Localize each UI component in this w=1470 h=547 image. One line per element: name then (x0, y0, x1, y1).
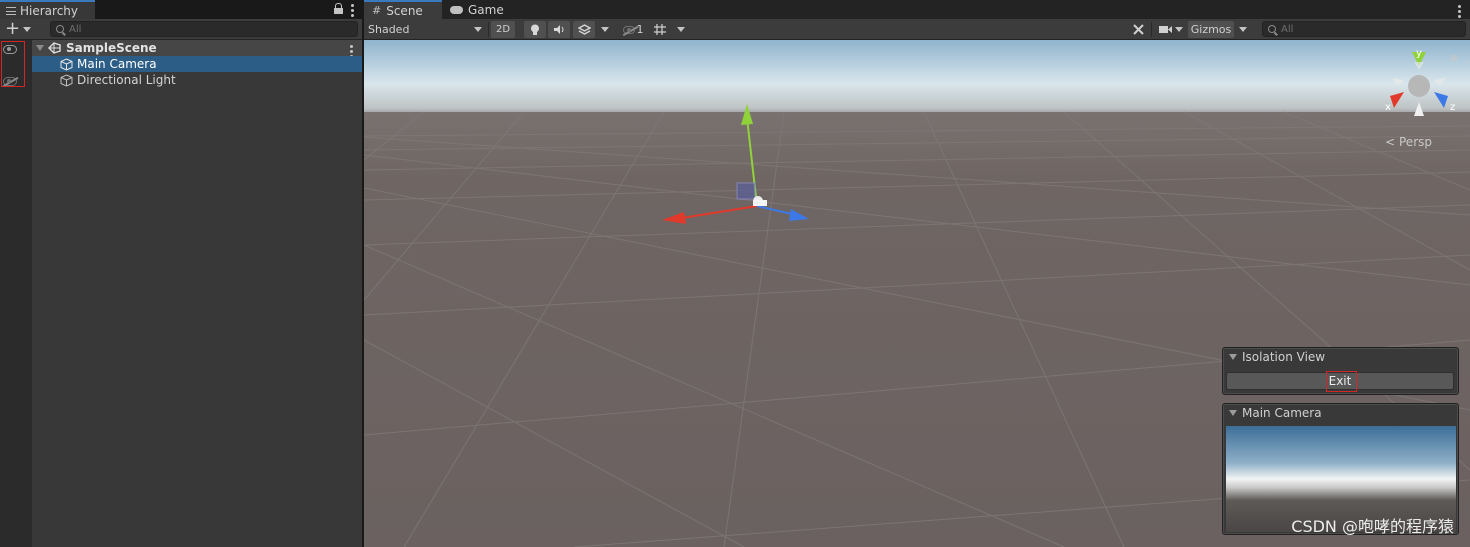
gizmos-label: Gizmos (1190, 23, 1232, 36)
scene-panel: # Scene Game Shaded 2D 1 Gizmos All x y … (364, 0, 1470, 547)
lighting-toggle-button[interactable] (524, 21, 546, 38)
hierarchy-item-label: Directional Light (77, 73, 176, 87)
visibility-highlight-box (1, 41, 25, 87)
grid-snap-icon (654, 24, 666, 35)
grid-icon: # (372, 4, 382, 17)
toggle-2d-button[interactable]: 2D (491, 21, 515, 38)
gizmo-x-label: x (1385, 102, 1391, 113)
hidden-objects-toggle[interactable]: 1 (618, 21, 648, 38)
scene-search-input[interactable]: All (1262, 21, 1466, 37)
unity-scene-icon (48, 42, 61, 54)
add-object-button[interactable]: + (5, 18, 33, 39)
camera-preview-header[interactable]: Main Camera (1223, 404, 1458, 422)
tools-icon (1132, 24, 1144, 35)
isolation-view-overlay: Isolation View Exit (1222, 347, 1459, 395)
chevron-down-icon (474, 27, 482, 32)
lightbulb-icon (531, 24, 539, 35)
more-options-icon[interactable] (351, 2, 354, 17)
effects-toggle-button[interactable] (573, 21, 595, 38)
gizmo-z-label: z (1450, 102, 1455, 113)
hierarchy-search-placeholder: All (69, 23, 82, 35)
search-icon (1268, 25, 1276, 33)
hierarchy-item-label: Main Camera (77, 57, 157, 71)
scene-viewport[interactable]: x y z < Persp Isolation View Exit Main C… (364, 40, 1470, 547)
tab-scene-label: Scene (386, 3, 423, 18)
video-camera-icon (1159, 26, 1172, 33)
gizmos-toggle-button[interactable]: Gizmos (1188, 21, 1234, 38)
tab-game[interactable]: Game (442, 0, 512, 19)
gizmo-lock-icon[interactable] (1451, 55, 1457, 61)
tools-button[interactable] (1128, 21, 1148, 38)
scene-options-icon[interactable] (1458, 3, 1461, 18)
chevron-down-icon (677, 27, 685, 32)
projection-toggle[interactable]: < Persp (1385, 135, 1432, 149)
hierarchy-search-input[interactable]: All (50, 21, 358, 37)
scene-toolbar: Shaded 2D 1 Gizmos All (364, 19, 1470, 40)
camera-body-icon (753, 200, 767, 206)
projection-label: Persp (1399, 135, 1432, 149)
scene-search-placeholder: All (1281, 23, 1294, 35)
gizmos-dropdown[interactable] (1236, 21, 1250, 38)
audio-toggle-button[interactable] (548, 21, 570, 38)
tab-scene[interactable]: # Scene (364, 0, 442, 19)
scene-tab-bar: # Scene Game (364, 0, 1470, 19)
toggle-2d-label: 2D (495, 24, 511, 35)
gameobject-cube-icon (60, 73, 73, 87)
isolation-view-title: Isolation View (1242, 350, 1326, 364)
speaker-icon (554, 25, 564, 34)
expand-arrow-icon[interactable] (36, 45, 44, 51)
gamepad-icon (450, 5, 463, 14)
grid-dropdown[interactable] (675, 21, 687, 38)
chevron-down-icon (1175, 27, 1183, 32)
hidden-count: 1 (636, 23, 644, 36)
camera-settings-dropdown[interactable] (1156, 21, 1186, 38)
gizmo-y-label: y (1416, 48, 1422, 59)
lock-icon[interactable] (334, 3, 343, 14)
hamburger-icon (6, 6, 16, 15)
chevron-down-icon (601, 27, 609, 32)
hierarchy-item-directional-light[interactable]: Directional Light (32, 72, 362, 88)
chevron-down-icon (23, 26, 32, 32)
hierarchy-item-main-camera[interactable]: Main Camera (32, 56, 362, 72)
search-icon (56, 25, 64, 33)
plane-handle[interactable] (736, 182, 756, 200)
layers-icon (577, 23, 591, 35)
hierarchy-tree: SampleScene Main Camera Directional Ligh… (32, 40, 362, 88)
scene-row[interactable]: SampleScene (32, 40, 362, 58)
camera-preview-title: Main Camera (1242, 406, 1322, 420)
persp-arrow-icon: < (1385, 135, 1396, 149)
hierarchy-tab-tools (334, 2, 354, 17)
hierarchy-toolbar: + All (0, 19, 362, 40)
effects-dropdown[interactable] (599, 21, 611, 38)
tab-game-label: Game (468, 2, 504, 17)
exit-highlight-box (1326, 371, 1357, 392)
sky (364, 40, 1470, 120)
chevron-down-icon (1239, 27, 1247, 32)
tab-hierarchy-label: Hierarchy (20, 3, 79, 18)
plus-icon: + (5, 18, 21, 39)
hidden-eye-icon (622, 25, 635, 34)
draw-mode-value: Shaded (368, 23, 410, 36)
hierarchy-panel: Hierarchy + All SampleScene Main Camera … (0, 0, 362, 547)
watermark: CSDN @咆哮的程序猿 (1291, 517, 1454, 536)
isolation-view-header[interactable]: Isolation View (1223, 348, 1458, 366)
visibility-column (0, 40, 32, 547)
collapse-arrow-icon[interactable] (1229, 354, 1237, 360)
grid-toggle-button[interactable] (651, 21, 669, 38)
hierarchy-tab-bar: Hierarchy (0, 0, 362, 19)
draw-mode-dropdown[interactable]: Shaded (366, 21, 484, 38)
tab-hierarchy[interactable]: Hierarchy (0, 0, 95, 19)
collapse-arrow-icon[interactable] (1229, 410, 1237, 416)
scene-name: SampleScene (66, 41, 157, 55)
gameobject-cube-icon (60, 57, 73, 71)
